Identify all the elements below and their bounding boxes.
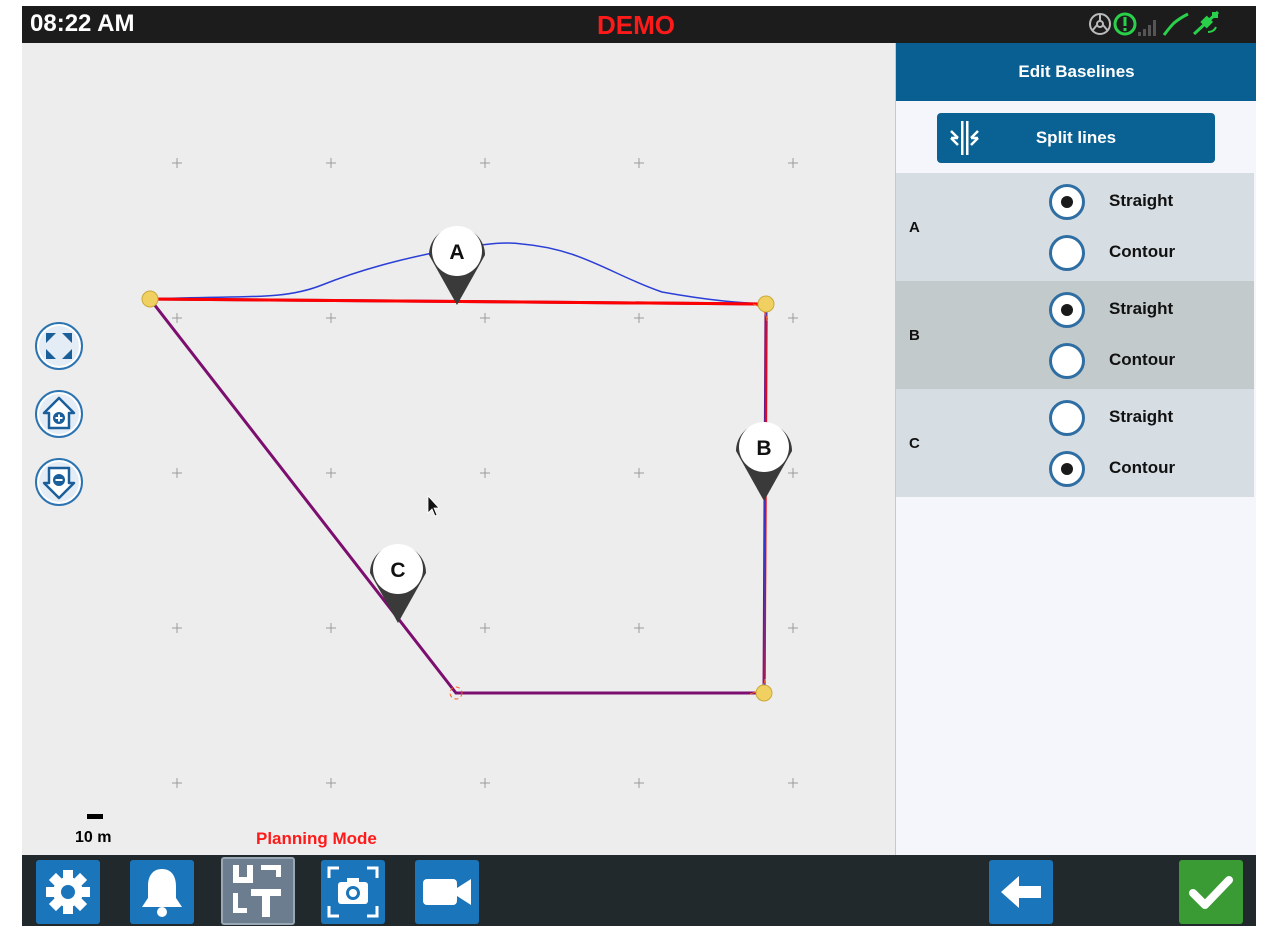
steering-wheel-icon [1089, 13, 1111, 35]
marker-b[interactable]: B [736, 422, 792, 501]
fit-extents-button[interactable] [34, 321, 84, 371]
field-boundary [146, 297, 768, 695]
radio-button [1049, 184, 1085, 220]
uturn-icon [233, 865, 281, 917]
radio-button [1049, 451, 1085, 487]
radio-label: Straight [1109, 299, 1174, 318]
marker-a[interactable]: A [429, 226, 485, 305]
clock: 08:22 AM [30, 10, 135, 37]
field-map: A B C [141, 158, 798, 788]
status-bar: 08:22 AM DEMO [22, 6, 1256, 43]
map-canvas[interactable]: A B C 10 m Planning Mode [22, 43, 895, 855]
split-lines-button[interactable]: Split lines [937, 113, 1215, 163]
uturn-button[interactable] [221, 857, 295, 925]
line-name: C [909, 435, 920, 452]
gps-satellite-icon [1192, 10, 1220, 36]
marker-a-label: A [449, 241, 464, 264]
fit-extents-icon [35, 322, 83, 370]
split-lines-label: Split lines [1035, 128, 1117, 147]
boundary-vertex[interactable] [141, 290, 159, 308]
radio-straight[interactable]: Straight [1046, 397, 1246, 445]
line-group-b: B Straight Contour [896, 281, 1254, 389]
status-icons [1089, 10, 1220, 36]
radio-contour[interactable]: Contour [1046, 448, 1246, 496]
video-button[interactable] [415, 860, 479, 924]
line-group-a: A Straight Contour [896, 173, 1254, 281]
marker-c-label: C [390, 559, 405, 582]
confirm-check-icon [1189, 876, 1233, 909]
marker-c[interactable]: C [370, 544, 426, 623]
boundary-vertex[interactable] [757, 295, 775, 313]
settings-icon [46, 870, 90, 914]
line-group-c: C Straight Contour [896, 389, 1254, 497]
zoom-in-button[interactable] [34, 389, 84, 439]
zoom-out-icon [35, 458, 83, 506]
radio-label: Contour [1109, 242, 1176, 261]
edit-baselines-panel: Edit Baselines Split lines A Straight Co… [895, 43, 1256, 855]
rtk-status-icon [1113, 12, 1137, 36]
radio-label: Straight [1109, 191, 1174, 210]
radio-button [1049, 292, 1085, 328]
bottom-toolbar [22, 855, 1256, 926]
panel-title: Edit Baselines [896, 43, 1256, 101]
mode-label: Planning Mode [256, 829, 377, 848]
line-name: A [909, 219, 920, 236]
radio-label: Contour [1109, 350, 1176, 369]
radio-straight[interactable]: Straight [1046, 181, 1246, 229]
alarm-button[interactable] [130, 860, 194, 924]
radio-straight[interactable]: Straight [1046, 289, 1246, 337]
alarm-bell-icon [142, 869, 182, 917]
radio-button [1049, 343, 1085, 379]
radio-selected-dot [1061, 196, 1073, 208]
scale-label: 10 m [75, 829, 112, 846]
radio-contour[interactable]: Contour [1046, 232, 1246, 280]
radio-selected-dot [1061, 463, 1073, 475]
back-button[interactable] [989, 860, 1053, 924]
mouse-cursor-icon [427, 494, 440, 517]
marker-b-label: B [756, 437, 771, 460]
radio-label: Contour [1109, 458, 1176, 477]
correction-signal-icon [1162, 12, 1189, 36]
video-camera-icon [423, 879, 471, 905]
radio-selected-dot [1061, 304, 1073, 316]
line-name: B [909, 327, 920, 344]
zoom-in-icon [35, 390, 83, 438]
camera-button[interactable] [321, 860, 385, 924]
zoom-out-button[interactable] [34, 457, 84, 507]
app-window: 08:22 AM DEMO A B C 10 m Planning Mode E… [22, 6, 1256, 926]
demo-badge: DEMO [597, 10, 675, 40]
cell-signal-icon [1138, 20, 1156, 36]
radio-button [1049, 235, 1085, 271]
radio-contour[interactable]: Contour [1046, 340, 1246, 388]
camera-icon [327, 866, 379, 918]
radio-label: Straight [1109, 407, 1174, 426]
boundary-vertex[interactable] [755, 684, 773, 702]
scale-bar [87, 814, 103, 819]
back-arrow-icon [1001, 876, 1041, 908]
settings-button[interactable] [36, 860, 100, 924]
confirm-button[interactable] [1179, 860, 1243, 924]
radio-button [1049, 400, 1085, 436]
